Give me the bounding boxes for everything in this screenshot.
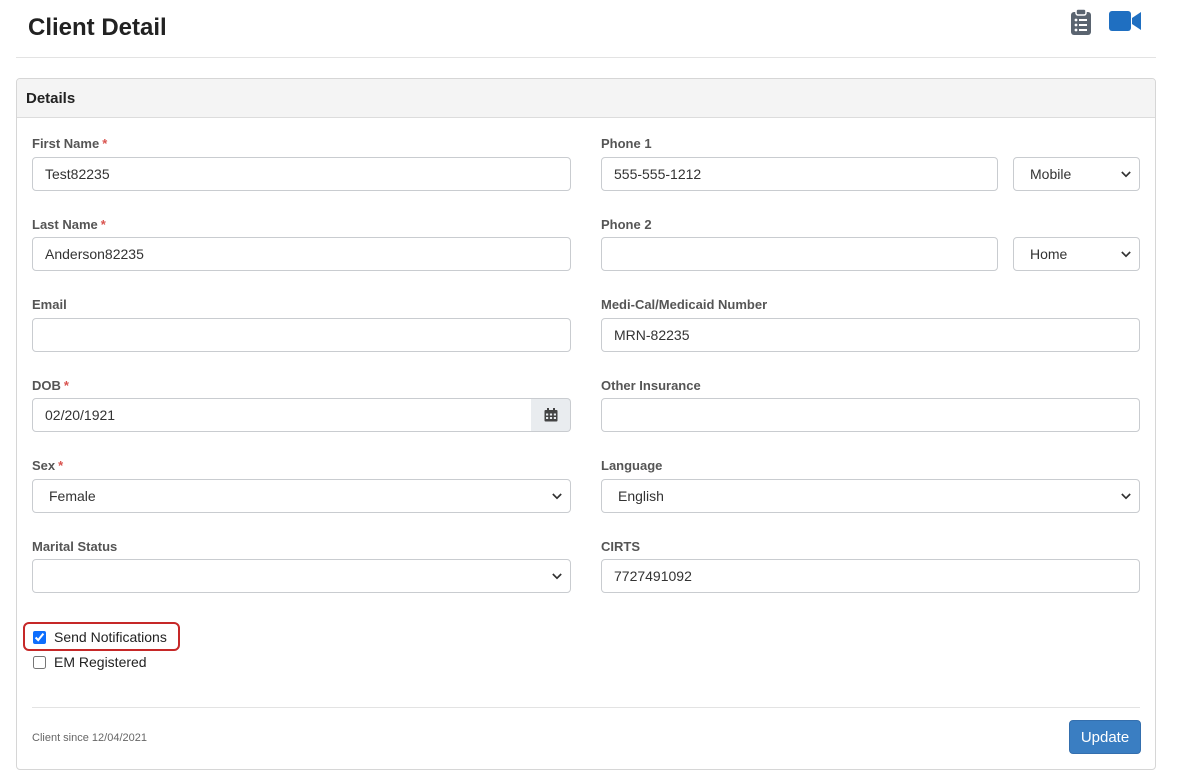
cirts-label: CIRTS: [601, 539, 640, 554]
update-button[interactable]: Update: [1069, 720, 1141, 754]
required-mark: *: [58, 458, 64, 473]
other-insurance-input[interactable]: [601, 398, 1140, 432]
em-registered-label: EM Registered: [54, 654, 147, 670]
first-name-label: First Name *: [32, 136, 107, 151]
dob-label: DOB *: [32, 378, 69, 393]
send-notifications-checkbox[interactable]: [33, 630, 46, 644]
phone1-input[interactable]: [601, 157, 998, 191]
phone2-label: Phone 2: [601, 217, 652, 232]
language-select[interactable]: English: [601, 479, 1140, 513]
required-mark: *: [100, 217, 106, 232]
calendar-icon: [544, 408, 557, 422]
email-label-text: Email: [32, 297, 67, 312]
cirts-label-text: CIRTS: [601, 539, 640, 554]
sex-label-text: Sex: [32, 458, 56, 473]
language-label: Language: [601, 458, 662, 473]
other-insurance-label-text: Other Insurance: [601, 378, 701, 393]
send-notifications-label: Send Notifications: [54, 629, 167, 645]
first-name-input[interactable]: [32, 157, 571, 191]
other-insurance-label: Other Insurance: [601, 378, 701, 393]
required-mark: *: [63, 378, 69, 393]
calendar-button[interactable]: [531, 398, 571, 432]
phone2-label-text: Phone 2: [601, 217, 652, 232]
phone2-type-select[interactable]: Home: [1013, 237, 1140, 271]
email-label: Email: [32, 297, 67, 312]
video-camera-icon[interactable]: [1108, 10, 1142, 37]
footer-divider: [32, 707, 1140, 708]
email-input[interactable]: [32, 318, 571, 352]
phone1-label: Phone 1: [601, 136, 652, 151]
marital-status-select[interactable]: [32, 559, 571, 593]
send-notifications-row[interactable]: Send Notifications: [33, 629, 167, 645]
details-card: Details First Name * Last Name * Email D…: [16, 78, 1156, 770]
dob-input[interactable]: [32, 398, 532, 432]
phone1-type-select[interactable]: Mobile: [1013, 157, 1140, 191]
page-title: Client Detail: [28, 14, 167, 41]
last-name-input[interactable]: [32, 237, 571, 271]
marital-status-label: Marital Status: [32, 539, 117, 554]
cirts-input[interactable]: [601, 559, 1140, 593]
phone2-input[interactable]: [601, 237, 998, 271]
dob-label-text: DOB: [32, 378, 61, 393]
sex-label: Sex *: [32, 458, 63, 473]
page-header: Client Detail: [16, 0, 1156, 58]
medicaid-label-text: Medi-Cal/Medicaid Number: [601, 297, 768, 312]
required-mark: *: [102, 136, 108, 151]
em-registered-checkbox[interactable]: [33, 655, 46, 669]
card-header: Details: [17, 79, 1155, 118]
medicaid-input[interactable]: [601, 318, 1140, 352]
marital-status-label-text: Marital Status: [32, 539, 118, 554]
medicaid-label: Medi-Cal/Medicaid Number: [601, 297, 767, 312]
clipboard-list-icon[interactable]: [1070, 8, 1092, 41]
client-since-text: Client since 12/04/2021: [32, 732, 147, 744]
phone1-label-text: Phone 1: [601, 136, 652, 151]
em-registered-row[interactable]: EM Registered: [33, 654, 147, 670]
sex-select[interactable]: Female: [32, 479, 571, 513]
last-name-label: Last Name *: [32, 217, 106, 232]
language-label-text: Language: [601, 458, 663, 473]
first-name-label-text: First Name: [32, 136, 100, 151]
last-name-label-text: Last Name: [32, 217, 98, 232]
